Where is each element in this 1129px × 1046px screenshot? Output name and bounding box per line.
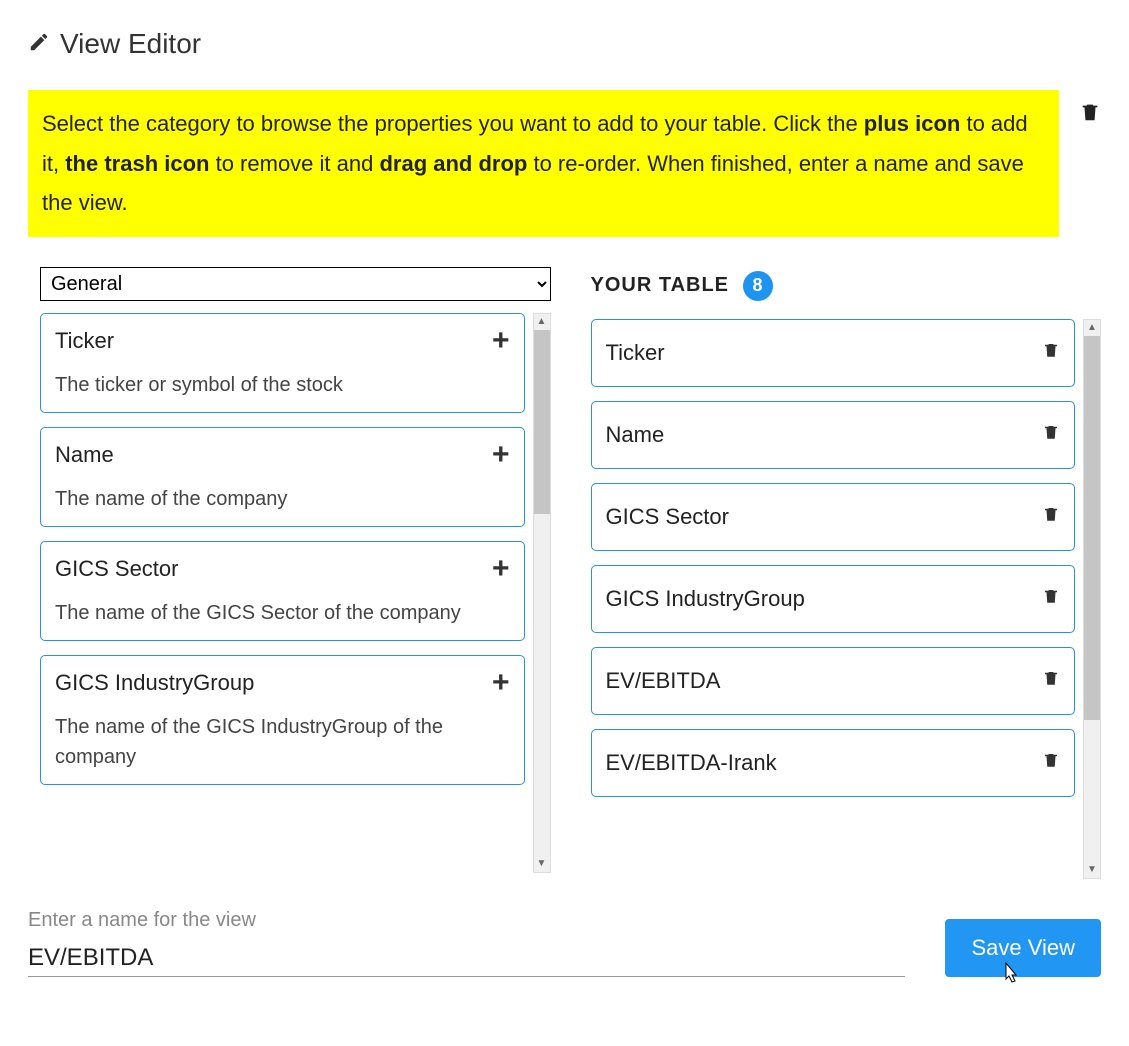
property-title: GICS IndustryGroup (55, 670, 254, 696)
pencil-icon (28, 28, 50, 60)
page-header: View Editor (28, 28, 1101, 60)
property-card: Name + The name of the company (40, 427, 525, 527)
scroll-down-arrow-icon[interactable]: ▼ (1084, 862, 1100, 878)
table-column-card[interactable]: GICS Sector (591, 483, 1076, 551)
remove-column-button[interactable] (1042, 422, 1060, 447)
add-property-button[interactable]: + (492, 326, 510, 356)
clear-all-button[interactable] (1079, 90, 1101, 129)
scroll-thumb[interactable] (1084, 336, 1100, 720)
property-description: The name of the GICS Sector of the compa… (55, 598, 510, 628)
instructions-bold: plus icon (864, 111, 961, 136)
add-property-button[interactable]: + (492, 554, 510, 584)
your-table-scrollbar[interactable]: ▲ ▼ (1083, 319, 1101, 879)
property-description: The name of the GICS IndustryGroup of th… (55, 712, 510, 772)
properties-scrollbar[interactable]: ▲ ▼ (533, 313, 551, 873)
property-title: GICS Sector (55, 556, 178, 582)
remove-column-button[interactable] (1042, 750, 1060, 775)
save-view-button[interactable]: Save View (945, 919, 1101, 977)
instructions-row: Select the category to browse the proper… (28, 90, 1101, 237)
column-count-badge: 8 (743, 271, 773, 301)
property-title: Name (55, 442, 114, 468)
add-property-button[interactable]: + (492, 440, 510, 470)
view-name-input[interactable] (28, 940, 905, 977)
table-column-card[interactable]: Name (591, 401, 1076, 469)
scroll-up-arrow-icon[interactable]: ▲ (534, 314, 550, 330)
remove-column-button[interactable] (1042, 668, 1060, 693)
instructions-bold: drag and drop (379, 151, 527, 176)
instructions-bold: the trash icon (65, 151, 209, 176)
property-description: The name of the company (55, 484, 510, 514)
table-column-card[interactable]: EV/EBITDA-Irank (591, 729, 1076, 797)
properties-list: Ticker + The ticker or symbol of the stock… (40, 313, 529, 873)
scroll-down-arrow-icon[interactable]: ▼ (534, 856, 550, 872)
your-table-list: Ticker Name GICS Sector GICS IndustryGroup E… (591, 319, 1080, 879)
scroll-thumb[interactable] (534, 330, 550, 514)
cursor-pointer-icon (1000, 961, 1020, 991)
table-column-title: GICS IndustryGroup (606, 586, 805, 612)
category-select[interactable]: General (40, 267, 551, 301)
instructions-text: to remove it and (209, 151, 379, 176)
table-column-card[interactable]: EV/EBITDA (591, 647, 1076, 715)
your-table-column: YOUR TABLE 8 Ticker Name GICS Sector GICS I… (591, 267, 1102, 879)
property-description: The ticker or symbol of the stock (55, 370, 510, 400)
page-title: View Editor (60, 28, 201, 60)
trash-icon (1079, 100, 1101, 124)
table-column-title: EV/EBITDA (606, 668, 721, 694)
scroll-track[interactable] (534, 330, 550, 856)
view-name-label: Enter a name for the view (28, 909, 905, 932)
property-card: Ticker + The ticker or symbol of the stock (40, 313, 525, 413)
table-column-title: Name (606, 422, 665, 448)
footer-row: Enter a name for the view Save View (28, 909, 1101, 977)
instructions-banner: Select the category to browse the proper… (28, 90, 1059, 237)
remove-column-button[interactable] (1042, 340, 1060, 365)
view-name-field: Enter a name for the view (28, 909, 905, 977)
add-property-button[interactable]: + (492, 668, 510, 698)
property-card: GICS IndustryGroup + The name of the GICS … (40, 655, 525, 785)
property-title: Ticker (55, 328, 114, 354)
remove-column-button[interactable] (1042, 586, 1060, 611)
table-column-title: Ticker (606, 340, 665, 366)
table-column-title: GICS Sector (606, 504, 729, 530)
instructions-text: Select the category to browse the proper… (42, 111, 864, 136)
editor-columns: General Ticker + The ticker or symbol of t… (40, 267, 1101, 879)
remove-column-button[interactable] (1042, 504, 1060, 529)
property-card: GICS Sector + The name of the GICS Sector … (40, 541, 525, 641)
your-table-label: YOUR TABLE (591, 274, 730, 297)
your-table-header: YOUR TABLE 8 (591, 267, 1102, 301)
table-column-title: EV/EBITDA-Irank (606, 750, 777, 776)
save-view-label: Save View (971, 935, 1075, 960)
scroll-track[interactable] (1084, 336, 1100, 862)
table-column-card[interactable]: Ticker (591, 319, 1076, 387)
table-column-card[interactable]: GICS IndustryGroup (591, 565, 1076, 633)
properties-column: General Ticker + The ticker or symbol of t… (40, 267, 551, 879)
scroll-up-arrow-icon[interactable]: ▲ (1084, 320, 1100, 336)
